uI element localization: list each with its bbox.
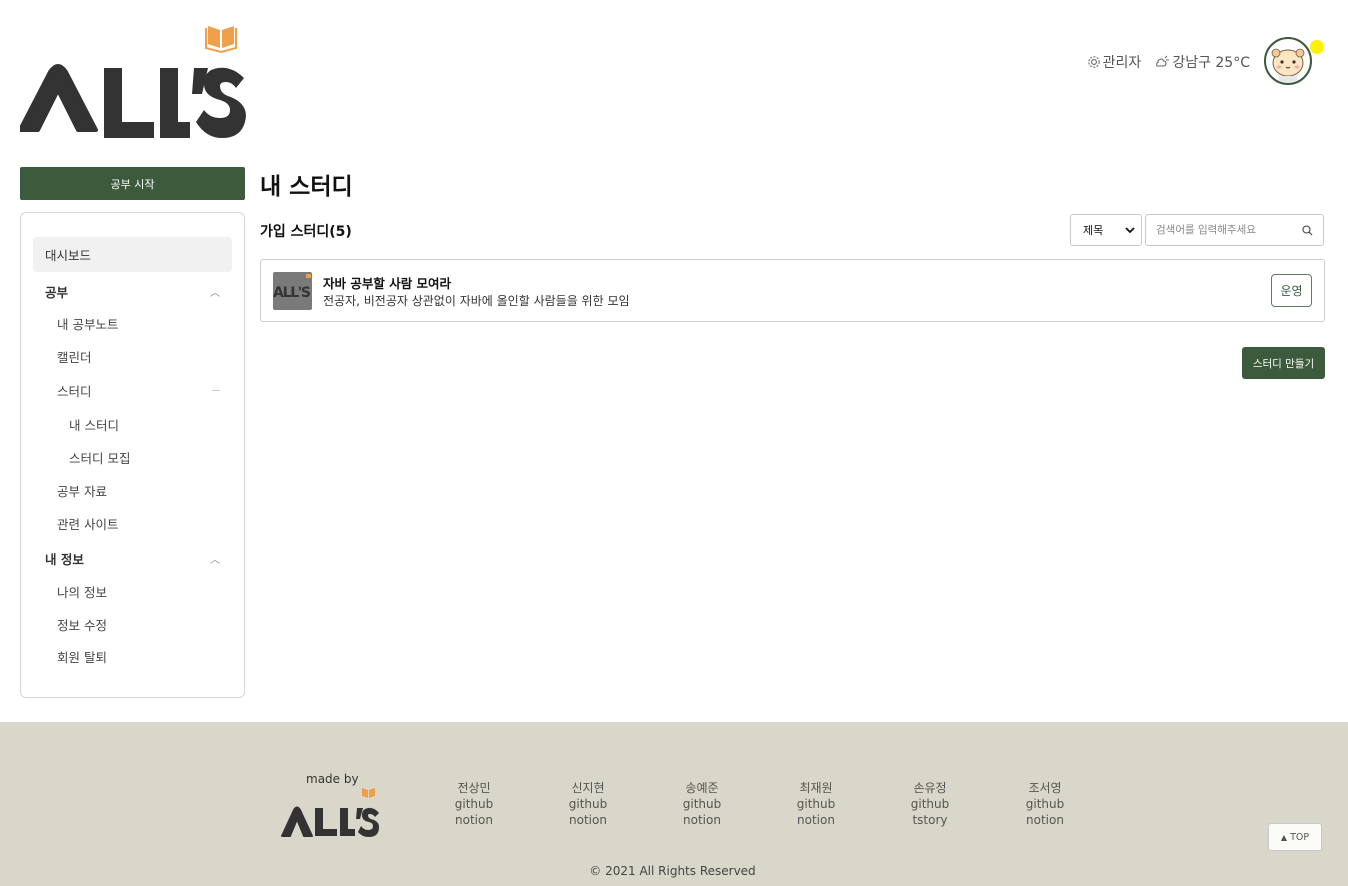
svg-text:ALL'S: ALL'S <box>273 285 311 301</box>
sidebar-item-label: 내 스터디 <box>69 417 119 433</box>
sidebar-item-calendar[interactable]: 캘린더 <box>57 346 92 366</box>
member-github-link[interactable]: github <box>1015 796 1075 812</box>
sidebar-group-info[interactable]: 내 정보 ︿ <box>45 548 220 568</box>
footer-logo[interactable] <box>280 786 380 842</box>
site-logo[interactable] <box>20 22 246 142</box>
member-notion-link[interactable]: notion <box>1015 812 1075 828</box>
member-github-link[interactable]: github <box>900 796 960 812</box>
chevron-up-icon: ︿ <box>210 554 220 566</box>
page-title: 내 스터디 <box>260 174 353 200</box>
footer: made by 전상민 github notion 신지현 github not… <box>0 722 1348 886</box>
gear-icon <box>1087 56 1100 68</box>
sidebar-item-my-study[interactable]: 내 스터디 <box>69 414 119 434</box>
member-github-link[interactable]: github <box>672 796 732 812</box>
triangle-up-icon: ▲ <box>1280 832 1288 842</box>
sidebar-item-label: 정보 수정 <box>57 617 107 633</box>
member-name: 손유정 <box>913 781 947 795</box>
team-member: 최재원 github notion <box>786 780 846 828</box>
sidebar-group-label: 내 정보 <box>45 551 84 567</box>
made-by-label: made by <box>306 772 359 786</box>
sidebar-item-withdraw[interactable]: 회원 탈퇴 <box>57 646 107 666</box>
member-name: 조서영 <box>1028 781 1062 795</box>
member-notion-link[interactable]: notion <box>444 812 504 828</box>
sidebar-item-study[interactable]: 스터디 <box>57 380 220 400</box>
member-name: 송예준 <box>685 781 719 795</box>
copyright-text: © 2021 All Rights Reserved <box>589 864 756 878</box>
sidebar-item-label: 내 공부노트 <box>57 316 119 332</box>
study-description: 전공자, 비전공자 상관없이 자바에 올인할 사람들을 위한 모임 <box>323 294 630 308</box>
weather-label: 강남구 25°C <box>1172 55 1250 71</box>
weather-widget: 강남구 25°C <box>1155 52 1250 72</box>
chevron-up-icon: ︿ <box>210 287 220 299</box>
sidebar-item-sites[interactable]: 관련 사이트 <box>57 513 118 533</box>
team-member: 전상민 github notion <box>444 780 504 828</box>
section-title: 가입 스터디(5) <box>260 224 352 240</box>
start-study-button[interactable]: 공부 시작 <box>20 167 245 200</box>
study-name: 자바 공부할 사람 모여라 <box>323 276 452 291</box>
member-notion-link[interactable]: notion <box>672 812 732 828</box>
user-avatar-wrap[interactable] <box>1264 37 1326 87</box>
admin-link[interactable]: 관리자 <box>1087 52 1142 72</box>
manage-study-button[interactable]: 운영 <box>1271 274 1312 307</box>
sidebar-item-label: 스터디 <box>57 383 92 399</box>
book-icon <box>205 26 237 54</box>
sidebar-item-materials[interactable]: 공부 자료 <box>57 480 107 500</box>
sidebar-item-label: 대시보드 <box>45 248 92 263</box>
sidebar-group-study[interactable]: 공부 ︿ <box>45 281 220 301</box>
member-name: 신지현 <box>571 781 605 795</box>
sidebar-item-label: 회원 탈퇴 <box>57 649 107 665</box>
member-name: 전상민 <box>457 781 491 795</box>
create-study-button[interactable]: 스터디 만들기 <box>1242 347 1325 379</box>
top-button-label: TOP <box>1290 831 1310 843</box>
sidebar-item-label: 관련 사이트 <box>57 516 119 532</box>
member-notion-link[interactable]: notion <box>558 812 618 828</box>
search-filter-select[interactable]: 제목 <box>1070 214 1142 246</box>
sidebar-item-dashboard[interactable]: 대시보드 <box>33 237 232 272</box>
study-thumbnail: ALL'S <box>273 272 312 310</box>
admin-label: 관리자 <box>1102 55 1142 71</box>
sidebar-item-label: 나의 정보 <box>57 584 107 600</box>
member-github-link[interactable]: github <box>786 796 846 812</box>
scroll-top-button[interactable]: ▲ TOP <box>1268 823 1322 851</box>
sidebar-nav: 대시보드 공부 ︿ 내 공부노트 캘린더 스터디 내 스터디 스터디 모집 공부… <box>20 212 245 698</box>
search-icon[interactable] <box>1302 224 1313 236</box>
avatar[interactable] <box>1264 37 1312 85</box>
team-member: 조서영 github notion <box>1015 780 1075 828</box>
sidebar-group-label: 공부 <box>45 284 69 300</box>
sidebar-item-edit-info[interactable]: 정보 수정 <box>57 614 107 634</box>
sidebar-item-my-notes[interactable]: 내 공부노트 <box>57 313 118 333</box>
member-name: 최재원 <box>799 781 833 795</box>
collapse-dash-icon <box>212 389 220 391</box>
member-tstory-link[interactable]: tstory <box>900 812 960 828</box>
filter-selected-value: 제목 <box>1083 224 1104 237</box>
sidebar-item-recruit[interactable]: 스터디 모집 <box>69 447 130 467</box>
team-member: 송예준 github notion <box>672 780 732 828</box>
chevron-down-icon <box>1125 227 1135 234</box>
member-github-link[interactable]: github <box>444 796 504 812</box>
online-status-dot <box>1310 40 1324 54</box>
sidebar-item-label: 스터디 모집 <box>69 450 131 466</box>
search-input[interactable] <box>1156 224 1302 236</box>
member-notion-link[interactable]: notion <box>786 812 846 828</box>
member-github-link[interactable]: github <box>558 796 618 812</box>
team-member: 손유정 github tstory <box>900 780 960 828</box>
book-icon <box>362 788 375 798</box>
sidebar-item-my-info[interactable]: 나의 정보 <box>57 581 107 601</box>
header-utility-bar: 관리자 강남구 25°C <box>1087 50 1250 74</box>
sidebar-item-label: 공부 자료 <box>57 483 107 499</box>
study-card[interactable]: ALL'S 자바 공부할 사람 모여라 전공자, 비전공자 상관없이 자바에 올… <box>260 259 1325 322</box>
search-box <box>1145 214 1324 246</box>
team-member: 신지현 github notion <box>558 780 618 828</box>
sidebar-item-label: 캘린더 <box>57 349 92 365</box>
weather-icon <box>1156 55 1170 67</box>
